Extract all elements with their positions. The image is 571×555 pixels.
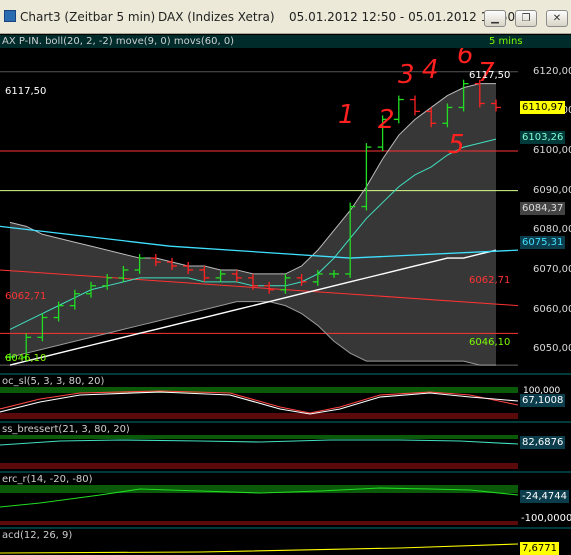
- price-tick-label: 6070,00: [533, 263, 571, 275]
- bb-upper-tag: 6103,26: [520, 131, 566, 144]
- macd-value-tag: 7,6771: [520, 542, 559, 555]
- low-label-left: 6046,10: [5, 353, 47, 364]
- ma-tag: 6075,31: [520, 236, 566, 249]
- price-axis[interactable]: 6120,006110,006100,006090,006080,006070,…: [518, 48, 571, 373]
- annotation-5: 5: [448, 130, 465, 160]
- price-chart[interactable]: 1234567 6117,50 6117,50 6062,71 6062,71 …: [0, 40, 519, 373]
- overbought-zone: [0, 435, 518, 439]
- annotation-3: 3: [398, 60, 415, 90]
- price-tick-label: 6060,00: [533, 303, 571, 315]
- app-icon: [4, 10, 16, 22]
- macd-panel[interactable]: [0, 541, 518, 555]
- annotation-1: 1: [338, 100, 355, 130]
- price-tick-label: 6080,00: [533, 224, 571, 236]
- oversold-zone: [0, 463, 518, 469]
- macd-line: [0, 543, 518, 554]
- close-icon: ✕: [552, 13, 562, 24]
- williams-value-tag: -24,4744: [520, 490, 569, 503]
- red-level-label-right: 6062,71: [469, 275, 511, 286]
- minimize-button[interactable]: ▁: [484, 10, 506, 27]
- last-close-tag: 6110,97: [520, 101, 566, 114]
- williams-lower-tick: -100,0000: [521, 513, 571, 524]
- price-tick-label: 6090,00: [533, 184, 571, 196]
- annotation-6: 6: [457, 48, 474, 70]
- minimize-icon: ▁: [491, 13, 499, 24]
- oversold-zone: [0, 413, 518, 419]
- bressert-panel[interactable]: [0, 435, 518, 469]
- overbought-zone: [0, 387, 518, 393]
- low-label-right: 6046,10: [469, 337, 511, 348]
- instrument-name: DAX (Indizes Xetra): [158, 10, 275, 24]
- close-button[interactable]: ✕: [546, 10, 568, 27]
- bressert-value-tag: 82,6876: [520, 436, 566, 449]
- restore-button[interactable]: ❐: [515, 10, 537, 27]
- indicator-list: AX P-IN. boll(20, 2, -2) move(9, 0) movs…: [2, 36, 235, 47]
- restore-icon: ❐: [521, 13, 531, 24]
- window-title: Chart3 (Zeitbar 5 min): [20, 10, 156, 24]
- bb-mid-tag: 6084,37: [520, 202, 566, 215]
- stoch-value-tag: 67,1008: [520, 394, 566, 407]
- bressert-line: [0, 439, 518, 446]
- red-level-label-left: 6062,71: [5, 291, 47, 302]
- high-label-left: 6117,50: [5, 86, 47, 97]
- williams-panel[interactable]: [0, 485, 518, 525]
- main-chart-header: AX P-IN. boll(20, 2, -2) move(9, 0) movs…: [0, 35, 571, 48]
- price-tick-label: 6050,00: [533, 343, 571, 355]
- annotation-2: 2: [378, 105, 395, 135]
- annotation-4: 4: [422, 55, 439, 85]
- timeframe-label: 5 mins: [489, 36, 523, 47]
- high-label-right: 6117,50: [469, 70, 511, 81]
- stoch-d-line: [0, 391, 518, 415]
- price-tick-label: 6100,00: [533, 145, 571, 157]
- bollinger-band-area: [10, 83, 496, 366]
- time-range: 05.01.2012 12:50 - 05.01.2012 14:50: [289, 10, 516, 24]
- price-chart-svg: 1 23 4567: [0, 40, 519, 366]
- price-tick-label: 6120,00: [533, 65, 571, 77]
- window-titlebar: Chart3 (Zeitbar 5 min) DAX (Indizes Xetr…: [0, 0, 571, 34]
- oversold-zone: [0, 521, 518, 525]
- stoch-panel[interactable]: [0, 387, 518, 419]
